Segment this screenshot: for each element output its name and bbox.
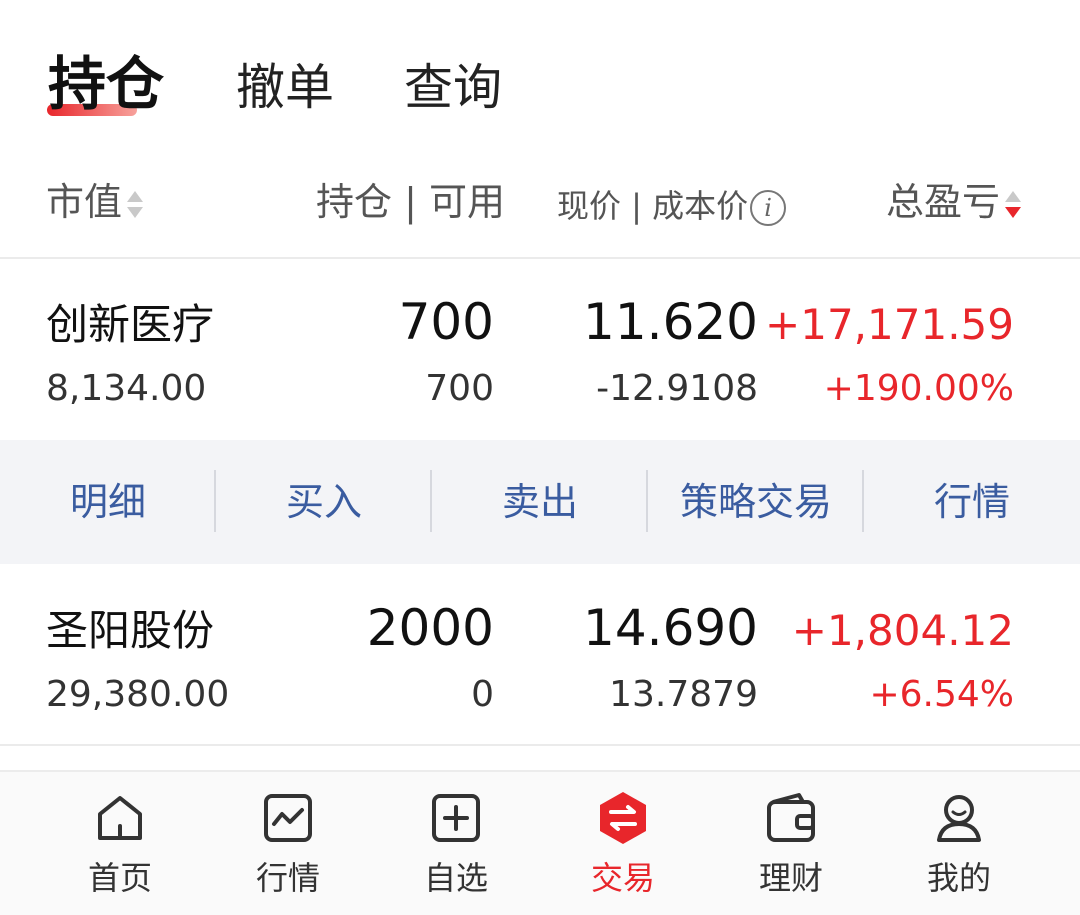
current-price: 14.690 <box>583 599 758 657</box>
profit-loss: +1,804.12 <box>791 606 1014 655</box>
nav-trade[interactable]: 交易 <box>533 772 713 915</box>
tab-query[interactable]: 查询 <box>404 56 502 120</box>
profit-loss-pct: +190.00% <box>823 368 1014 409</box>
current-price: 11.620 <box>583 293 758 351</box>
home-icon <box>98 796 142 840</box>
header-market-value[interactable]: 市值 <box>46 178 144 226</box>
header-price-cost: 现价 | 成本价 i <box>557 182 787 230</box>
chart-icon <box>264 794 312 842</box>
stock-name: 圣阳股份 <box>46 606 215 655</box>
profit-loss-pct: +6.54% <box>869 674 1014 715</box>
nav-mine[interactable]: 我的 <box>869 772 1049 915</box>
available-qty: 0 <box>471 674 494 715</box>
quote-button[interactable]: 行情 <box>864 440 1080 564</box>
nav-label: 我的 <box>926 859 991 897</box>
header-position-available: 持仓 | 可用 <box>316 180 505 224</box>
available-qty: 700 <box>425 368 494 409</box>
position-qty: 700 <box>398 293 494 351</box>
sort-arrows-icon <box>1004 187 1022 223</box>
header-market-value-label: 市值 <box>46 180 123 224</box>
header-divider <box>0 257 1080 259</box>
holding-action-bar: 明细 买入 卖出 策略交易 行情 <box>0 440 1080 564</box>
column-header: 市值 持仓 | 可用 现价 | 成本价 i 总盈亏 <box>0 160 1080 258</box>
bottom-nav: 首页 行情 自选 交易 理财 我的 <box>0 770 1080 915</box>
user-icon <box>937 795 981 842</box>
tab-cancel-order[interactable]: 撤单 <box>236 56 334 120</box>
info-icon[interactable]: i <box>750 190 787 226</box>
buy-button[interactable]: 买入 <box>216 440 432 564</box>
nav-market[interactable]: 行情 <box>198 772 378 915</box>
nav-label: 交易 <box>590 859 655 897</box>
cost-price: 13.7879 <box>609 674 758 715</box>
cost-price: -12.9108 <box>596 368 758 409</box>
market-value: 29,380.00 <box>46 674 230 715</box>
nav-watchlist[interactable]: 自选 <box>366 772 546 915</box>
tab-positions[interactable]: 持仓 <box>48 52 164 116</box>
row-divider <box>0 744 1080 746</box>
holding-row[interactable]: 圣阳股份 29,380.00 2000 0 14.690 13.7879 +1,… <box>0 566 1080 746</box>
header-price-cost-label: 现价 | 成本价 <box>557 187 749 225</box>
header-profit-loss[interactable]: 总盈亏 <box>886 178 1022 226</box>
nav-label: 首页 <box>87 859 152 897</box>
wallet-icon <box>767 793 815 842</box>
tab-bar: 持仓 撤单 查询 <box>0 0 1080 150</box>
nav-home[interactable]: 首页 <box>30 772 210 915</box>
position-qty: 2000 <box>366 599 494 657</box>
exchange-icon <box>600 792 646 844</box>
nav-wealth[interactable]: 理财 <box>701 772 881 915</box>
positions-page: 持仓 撤单 查询 市值 持仓 | 可用 现价 | 成本价 i 总盈亏 创新医疗 8… <box>0 0 1080 915</box>
nav-label: 自选 <box>423 859 488 897</box>
sort-arrows-icon <box>126 187 144 223</box>
add-square-icon <box>432 794 480 842</box>
profit-loss: +17,171.59 <box>765 300 1014 349</box>
sell-button[interactable]: 卖出 <box>432 440 648 564</box>
strategy-trade-button[interactable]: 策略交易 <box>648 440 864 564</box>
stock-name: 创新医疗 <box>46 300 215 349</box>
nav-label: 理财 <box>758 859 823 897</box>
detail-button[interactable]: 明细 <box>0 440 216 564</box>
header-profit-loss-label: 总盈亏 <box>886 180 1001 224</box>
market-value: 8,134.00 <box>46 368 207 409</box>
nav-label: 行情 <box>255 859 320 897</box>
holding-row[interactable]: 创新医疗 8,134.00 700 700 11.620 -12.9108 +1… <box>0 260 1080 440</box>
